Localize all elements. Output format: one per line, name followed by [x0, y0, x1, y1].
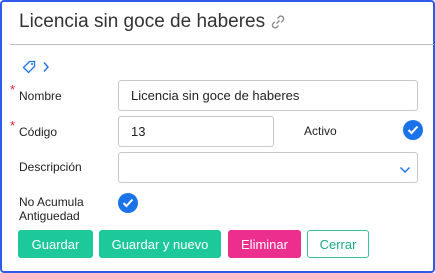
title-text: Licencia sin goce de haberes: [19, 11, 266, 32]
no-acumula-label-line1: No Acumula: [19, 195, 84, 209]
codigo-label: Código: [19, 125, 58, 139]
required-marker: *: [10, 82, 16, 97]
dialog-title: Licencia sin goce de haberes: [19, 11, 287, 33]
required-marker: *: [10, 118, 16, 133]
nombre-value: Licencia sin goce de haberes: [131, 88, 300, 103]
tag-toolbar: [22, 60, 50, 74]
descripcion-label: Descripción: [19, 160, 82, 174]
cerrar-button[interactable]: Cerrar: [307, 230, 369, 258]
nombre-input[interactable]: Licencia sin goce de haberes: [118, 80, 418, 111]
dialog-window: Licencia sin goce de haberes * Nombre Li…: [0, 0, 435, 273]
nombre-label: Nombre: [19, 89, 62, 103]
guardar-button[interactable]: Guardar: [18, 230, 93, 258]
activo-checkbox[interactable]: [403, 120, 423, 140]
title-divider: [10, 44, 434, 45]
guardar-y-nuevo-button[interactable]: Guardar y nuevo: [99, 230, 221, 258]
descripcion-select[interactable]: [118, 152, 418, 183]
activo-label: Activo: [304, 124, 337, 138]
no-acumula-checkbox[interactable]: [118, 193, 138, 213]
link-icon[interactable]: [269, 13, 287, 31]
chevron-down-icon: [399, 162, 411, 177]
no-acumula-label-line2: Antiguedad: [19, 209, 80, 223]
tag-icon[interactable]: [22, 60, 36, 74]
eliminar-button[interactable]: Eliminar: [228, 230, 301, 258]
codigo-input[interactable]: 13: [118, 116, 274, 147]
chevron-right-icon[interactable]: [42, 61, 50, 73]
codigo-value: 13: [131, 124, 146, 139]
